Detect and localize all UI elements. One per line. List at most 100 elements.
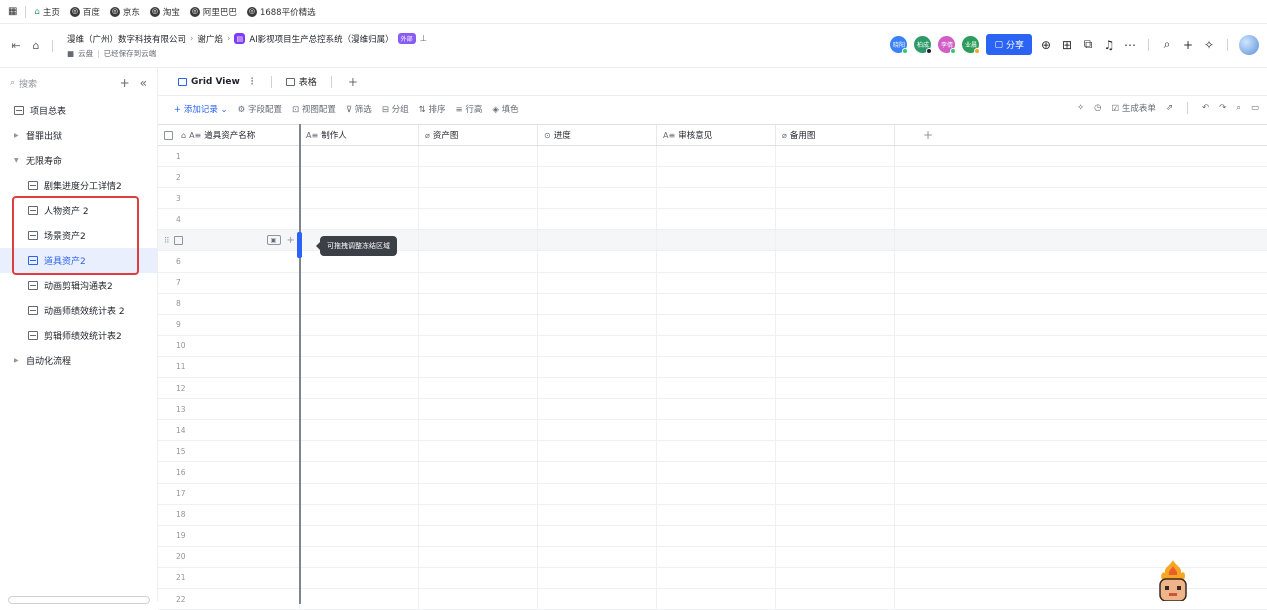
grid-cell[interactable]: [300, 293, 419, 314]
ai-icon[interactable]: ✧: [1077, 103, 1084, 113]
caret-right-icon[interactable]: ▶: [14, 357, 20, 364]
grid-cell[interactable]: [419, 272, 538, 293]
sort-button[interactable]: ⇅ 排序: [419, 103, 446, 115]
row-primary-cell[interactable]: 15: [158, 441, 300, 462]
grid-cell[interactable]: [419, 546, 538, 567]
row-primary-cell[interactable]: 7: [158, 272, 300, 293]
avatar[interactable]: 业晨: [962, 36, 981, 54]
grid-cell[interactable]: [419, 230, 538, 251]
grid-cell[interactable]: [300, 188, 419, 209]
generate-form-button[interactable]: ☑ 生成表单: [1111, 102, 1155, 114]
grid-cell[interactable]: [776, 293, 895, 314]
bookmark-jd[interactable]: ◎ 京东: [109, 6, 140, 18]
row-checkbox[interactable]: [173, 235, 183, 245]
grid-cell[interactable]: [538, 441, 657, 462]
undo-icon[interactable]: ↶: [1202, 103, 1209, 113]
table-row[interactable]: 11: [158, 356, 1267, 379]
table-row[interactable]: 4: [158, 209, 1267, 231]
row-primary-cell[interactable]: 16: [158, 462, 300, 483]
grid-cell[interactable]: [657, 146, 776, 167]
grid-cell[interactable]: [538, 483, 657, 504]
apps-grid-icon[interactable]: ▦: [8, 6, 17, 17]
grid-cell[interactable]: [300, 356, 419, 378]
grid-cell[interactable]: [776, 378, 895, 399]
grid-cell[interactable]: [657, 314, 776, 335]
grid-cell[interactable]: [657, 209, 776, 230]
share-view-icon[interactable]: ⇗: [1166, 103, 1173, 113]
grid-cell[interactable]: [538, 209, 657, 230]
grid-cell[interactable]: [300, 209, 419, 230]
grid-cell[interactable]: [776, 567, 895, 588]
grid-cell[interactable]: [300, 378, 419, 399]
grid-cell[interactable]: [657, 293, 776, 314]
grid-cell[interactable]: [419, 399, 538, 420]
grid-cell[interactable]: [657, 504, 776, 525]
grid-cell[interactable]: [776, 272, 895, 293]
search-input[interactable]: 搜索: [19, 77, 110, 90]
add-record-button[interactable]: + 添加记录 ⌄: [174, 103, 228, 115]
grid-cell[interactable]: [538, 167, 657, 188]
table-row[interactable]: 9: [158, 314, 1267, 336]
table-row[interactable]: 1: [158, 146, 1267, 168]
grid-cell[interactable]: [419, 167, 538, 188]
row-primary-cell[interactable]: 21: [158, 567, 300, 588]
plus-icon[interactable]: +: [1181, 38, 1195, 52]
grid-cell[interactable]: [300, 462, 419, 483]
table-row[interactable]: 13: [158, 399, 1267, 421]
table-row[interactable]: 8: [158, 293, 1267, 315]
row-primary-cell[interactable]: 1: [158, 146, 300, 167]
grid-cell[interactable]: [419, 525, 538, 546]
sidebar-toggle-icon[interactable]: ⇤: [8, 39, 24, 52]
grid-cell[interactable]: [538, 462, 657, 483]
grid-cell[interactable]: [776, 504, 895, 525]
grid-cell[interactable]: [776, 399, 895, 420]
grid-cell[interactable]: [657, 588, 776, 610]
row-primary-cell[interactable]: 17: [158, 483, 300, 504]
freeze-drag-handle[interactable]: [297, 232, 302, 258]
grid-cell[interactable]: [419, 335, 538, 356]
table-row[interactable]: 2: [158, 167, 1267, 189]
row-primary-cell[interactable]: 9: [158, 314, 300, 335]
sidebar-item[interactable]: ▶ 自动化流程: [0, 348, 157, 373]
breadcrumb-company[interactable]: 漫维（广州）数字科技有限公司: [67, 33, 186, 45]
row-primary-cell[interactable]: 12: [158, 378, 300, 399]
grid-cell[interactable]: [300, 525, 419, 546]
table-row[interactable]: 14: [158, 420, 1267, 442]
grid-cell[interactable]: [300, 272, 419, 293]
bookmark-alibaba[interactable]: ◎ 阿里巴巴: [189, 6, 237, 18]
row-primary-cell[interactable]: 10: [158, 335, 300, 356]
grid-cell[interactable]: [538, 525, 657, 546]
header-cell[interactable]: ⌀ 备用图: [776, 125, 895, 145]
bookmark-1688[interactable]: ◎ 1688平价精选: [246, 6, 316, 18]
grid-cell[interactable]: [419, 462, 538, 483]
grid-cell[interactable]: [657, 567, 776, 588]
grid-cell[interactable]: [538, 399, 657, 420]
row-primary-cell[interactable]: 4: [158, 209, 300, 230]
grid-cell[interactable]: [657, 399, 776, 420]
grid-cell[interactable]: [419, 251, 538, 272]
grid-cell[interactable]: [657, 251, 776, 272]
grid-cell[interactable]: [419, 567, 538, 588]
table-row[interactable]: 16: [158, 462, 1267, 484]
drag-handle-icon[interactable]: ⠿: [164, 236, 170, 245]
robot-icon[interactable]: ⊕: [1039, 38, 1053, 52]
table-row[interactable]: 19: [158, 525, 1267, 547]
breadcrumb-base[interactable]: AI影视项目生产总控系统（漫维归属）: [249, 33, 393, 45]
row-primary-cell[interactable]: 6: [158, 251, 300, 272]
grid-cell[interactable]: [776, 188, 895, 209]
grid-cell[interactable]: [419, 146, 538, 167]
grid-cell[interactable]: [538, 272, 657, 293]
grid-cell[interactable]: [657, 525, 776, 546]
add-icon[interactable]: +: [120, 76, 130, 90]
sidebar-item[interactable]: 项目总表: [0, 98, 157, 123]
tab-table[interactable]: 表格: [282, 75, 321, 88]
grid-cell[interactable]: [657, 167, 776, 188]
row-primary-cell[interactable]: 2: [158, 167, 300, 188]
grid-cell[interactable]: [538, 293, 657, 314]
open-icon[interactable]: ⧉: [1081, 37, 1095, 52]
add-column-button[interactable]: +: [895, 125, 955, 145]
grid-cell[interactable]: [776, 251, 895, 272]
grid-cell[interactable]: [419, 188, 538, 209]
grid-cell[interactable]: [419, 588, 538, 610]
history-icon[interactable]: ◷: [1094, 103, 1101, 113]
